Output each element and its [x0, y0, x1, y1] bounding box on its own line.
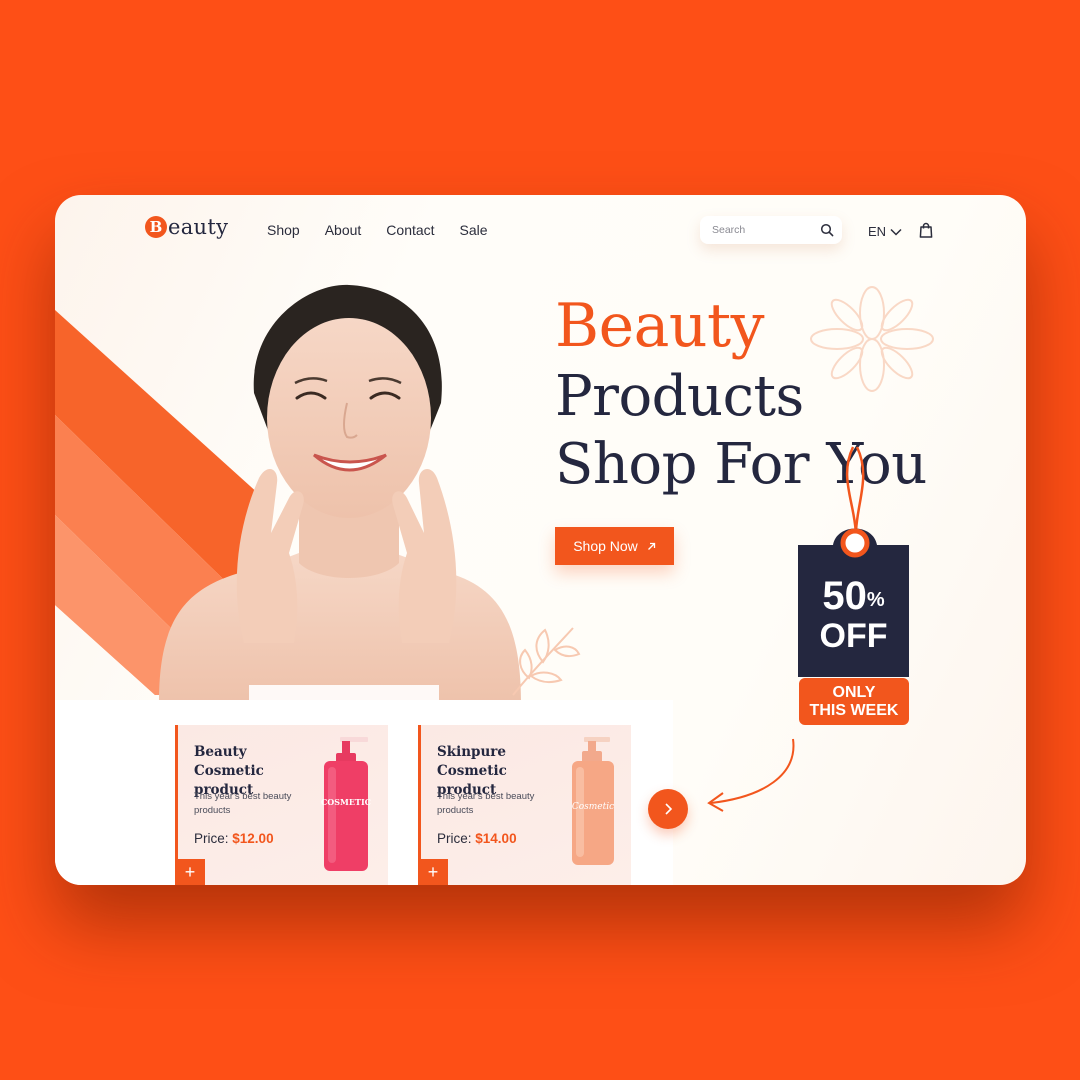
only-this-week-badge: ONLY THIS WEEK	[799, 678, 909, 725]
hero-title-accent: Beauty	[555, 291, 765, 361]
product-card[interactable]: Beauty Cosmetic product This year's best…	[175, 725, 388, 885]
discount-tag: 50% OFF	[798, 542, 909, 676]
shop-now-label: Shop Now	[573, 538, 638, 554]
bottle-label: COSMETIC	[321, 797, 371, 807]
brand-logo[interactable]: B eauty	[145, 215, 228, 239]
model-photo	[159, 284, 521, 703]
product-description: This year's best beauty products	[437, 791, 535, 816]
carousel-next-button[interactable]	[648, 789, 688, 829]
peach-pump-bottle-image: Cosmetic	[572, 737, 614, 865]
language-selector[interactable]: EN	[868, 224, 902, 239]
product-price: Price: $14.00	[437, 831, 517, 846]
flower-decoration	[810, 286, 934, 392]
product-card[interactable]: Skinpure Cosmetic product This year's be…	[418, 725, 631, 885]
chevron-down-icon	[890, 228, 902, 236]
add-to-cart-button[interactable]: +	[175, 859, 205, 885]
brand-logo-mark: B	[145, 216, 167, 238]
nav-item-about[interactable]: About	[325, 222, 362, 238]
language-code: EN	[868, 224, 887, 239]
nav-item-shop[interactable]: Shop	[267, 222, 300, 238]
nav-item-contact[interactable]: Contact	[386, 222, 434, 238]
arrow-up-right-icon	[647, 542, 655, 550]
search-icon[interactable]	[820, 223, 834, 237]
badge-line-2: THIS WEEK	[809, 702, 899, 719]
product-price: Price: $12.00	[194, 831, 274, 846]
discount-off-label: OFF	[819, 617, 888, 655]
chevron-right-icon	[665, 803, 673, 815]
search-box	[700, 216, 842, 244]
product-description: This year's best beauty products	[194, 791, 292, 816]
leaf-decoration	[512, 627, 581, 696]
badge-line-1: ONLY	[832, 684, 876, 701]
pink-pump-bottle-image: COSMETIC	[321, 737, 371, 871]
bottle-label: Cosmetic	[572, 802, 614, 812]
curved-arrow-decoration	[707, 738, 795, 812]
hero-title-line-1: Products	[555, 364, 804, 429]
browser-card: B eauty Shop About Contact Sale EN	[55, 195, 1026, 885]
add-to-cart-button[interactable]: +	[418, 859, 448, 885]
shop-now-button[interactable]: Shop Now	[555, 527, 674, 565]
brand-logo-text: eauty	[168, 215, 229, 239]
nav-item-sale[interactable]: Sale	[460, 222, 488, 238]
main-nav: Shop About Contact Sale	[267, 222, 513, 238]
shopping-bag-icon[interactable]	[919, 222, 933, 238]
search-input[interactable]	[712, 224, 812, 236]
discount-percent: 50%	[822, 574, 885, 618]
